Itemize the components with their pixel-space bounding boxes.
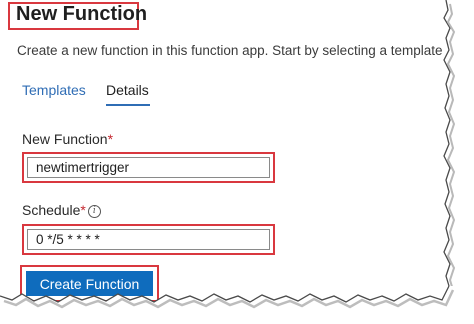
- schedule-input[interactable]: 0 */5 * * * *: [27, 229, 270, 250]
- schedule-highlight: 0 */5 * * * *: [22, 224, 275, 255]
- function-name-highlight: newtimertrigger: [22, 152, 275, 183]
- info-icon[interactable]: i: [87, 205, 101, 218]
- create-button-highlight: Create Function: [20, 265, 159, 302]
- tab-templates[interactable]: Templates: [22, 82, 86, 98]
- page-title: New Function: [16, 3, 148, 25]
- schedule-label-text: Schedule: [22, 202, 81, 218]
- required-marker: *: [107, 131, 114, 147]
- function-name-label: New Function*: [22, 131, 113, 147]
- function-name-input[interactable]: newtimertrigger: [27, 157, 270, 178]
- function-name-label-text: New Function: [22, 131, 108, 147]
- create-function-button[interactable]: Create Function: [26, 271, 153, 296]
- required-marker: *: [80, 202, 86, 218]
- new-function-panel: New Function Create a new function in th…: [0, 0, 474, 324]
- page-description: Create a new function in this function a…: [17, 43, 445, 58]
- tab-active-indicator: [106, 104, 150, 106]
- tab-details[interactable]: Details: [106, 82, 149, 98]
- schedule-label: Schedule* i: [22, 202, 101, 218]
